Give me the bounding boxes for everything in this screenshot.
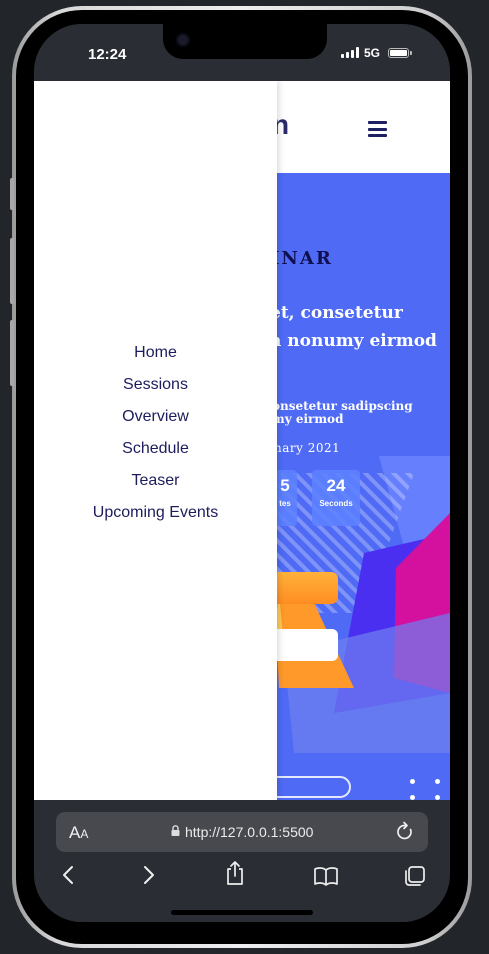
network-type: 5G — [364, 46, 381, 60]
reload-icon[interactable] — [395, 821, 415, 843]
countdown-seconds-label: Seconds — [319, 499, 353, 508]
menu-item-sessions[interactable]: Sessions — [34, 375, 277, 407]
menu-item-home[interactable]: Home — [34, 343, 277, 375]
front-camera — [176, 33, 190, 47]
url-text: http://127.0.0.1:5500 — [185, 824, 314, 840]
status-time: 12:24 — [88, 46, 127, 63]
menu-item-schedule[interactable]: Schedule — [34, 439, 277, 471]
volume-down-button — [10, 320, 14, 386]
text-size-button[interactable]: AA — [69, 823, 88, 843]
back-icon[interactable] — [61, 864, 75, 886]
address-bar[interactable]: AA http://127.0.0.1:5500 — [56, 812, 428, 852]
menu-item-teaser[interactable]: Teaser — [34, 471, 277, 503]
side-drawer: Home Sessions Overview Schedule Teaser U… — [34, 81, 277, 800]
home-indicator[interactable] — [171, 910, 313, 915]
bookmarks-icon[interactable] — [313, 865, 339, 887]
cellular-signal-icon — [341, 47, 359, 58]
device-screen: 12:24 5G n INAR et, consetetur n nonumy … — [34, 24, 450, 922]
url-display[interactable]: http://127.0.0.1:5500 — [171, 824, 313, 840]
countdown-seconds-value: 24 — [326, 476, 346, 495]
volume-up-button — [10, 238, 14, 304]
tabs-icon[interactable] — [403, 865, 427, 887]
hamburger-menu-icon[interactable] — [368, 121, 387, 137]
drawer-menu: Home Sessions Overview Schedule Teaser U… — [34, 343, 277, 535]
battery-icon — [388, 48, 412, 58]
carousel-dot[interactable] — [410, 779, 415, 784]
lock-icon — [171, 825, 180, 836]
countdown-seconds: 24 Seconds — [312, 470, 360, 526]
mute-switch — [10, 178, 14, 210]
forward-icon[interactable] — [142, 864, 156, 886]
status-bar: 12:24 5G — [34, 24, 450, 81]
hero-event-date: nary 2021 — [274, 441, 341, 455]
menu-item-overview[interactable]: Overview — [34, 407, 277, 439]
browser-chrome: AA http://127.0.0.1:5500 — [34, 800, 450, 922]
hero-title: INAR — [271, 248, 333, 269]
menu-item-upcoming-events[interactable]: Upcoming Events — [34, 503, 277, 535]
web-content: n INAR et, consetetur n nonumy eirmod on… — [34, 81, 450, 800]
share-icon[interactable] — [224, 860, 246, 886]
carousel-dot[interactable] — [435, 779, 440, 784]
